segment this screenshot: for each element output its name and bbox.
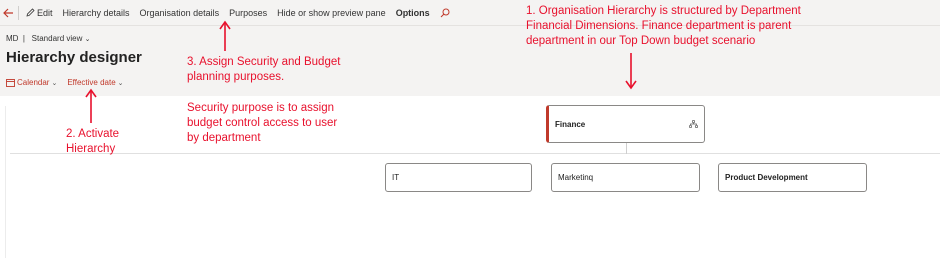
annotation-arrow-down <box>625 53 637 90</box>
toolbar-divider <box>18 5 19 20</box>
hierarchy-icon[interactable] <box>689 120 698 128</box>
options-button[interactable]: Options <box>391 0 435 26</box>
annotation-line: by department <box>187 132 261 144</box>
pencil-icon <box>26 8 35 17</box>
calendar-button[interactable]: Calendar ⌄ <box>6 78 57 87</box>
annotation-4: Security purpose is to assign budget con… <box>187 101 337 146</box>
annotation-line: Hierarchy <box>66 143 116 155</box>
hierarchy-details-label: Hierarchy details <box>62 7 130 18</box>
org-node-label: Finance <box>555 119 586 129</box>
org-node-it[interactable]: IT <box>385 163 532 192</box>
organisation-details-label: Organisation details <box>139 7 220 18</box>
chevron-down-icon: ⌄ <box>84 36 91 43</box>
hierarchy-canvas[interactable]: Finance IT Marketinq Product Development <box>0 96 940 258</box>
edit-label: Edit <box>37 7 53 18</box>
annotation-arrow-up <box>85 88 97 123</box>
calendar-label: Calendar <box>17 78 50 87</box>
annotation-1: 1. Organisation Hierarchy is structured … <box>526 4 801 49</box>
annotation-3: 3. Assign Security and Budget planning p… <box>187 55 340 85</box>
annotation-line: Financial Dimensions. Finance department… <box>526 20 792 32</box>
back-arrow-icon[interactable] <box>0 0 16 26</box>
canvas-border <box>5 106 6 258</box>
effective-date-button[interactable]: Effective date ⌄ <box>67 78 123 87</box>
connector-line <box>10 153 940 154</box>
company-label: MD <box>6 34 19 43</box>
annotation-line: budget control access to user <box>187 117 338 129</box>
org-node-marketing[interactable]: Marketinq <box>551 163 700 192</box>
org-node-product-development[interactable]: Product Development <box>718 163 867 192</box>
effective-date-label: Effective date <box>67 78 116 87</box>
annotation-line: planning purposes. <box>187 71 285 83</box>
annotation-arrow-up <box>219 20 231 51</box>
hide-show-preview-label: Hide or show preview pane <box>277 7 386 18</box>
breadcrumb-divider: | <box>20 34 30 43</box>
page-title: Hierarchy designer <box>6 49 142 66</box>
breadcrumb: MD | Standard view ⌄ <box>6 34 90 43</box>
chevron-down-icon: ⌄ <box>117 79 124 87</box>
annotation-line: Security purpose is to assign <box>187 102 335 114</box>
org-node-label: Marketinq <box>558 173 594 182</box>
search-icon <box>440 8 450 17</box>
connector-line <box>626 143 627 154</box>
org-node-label: IT <box>392 173 400 182</box>
hide-show-preview-button[interactable]: Hide or show preview pane <box>272 0 391 26</box>
calendar-icon <box>6 79 15 87</box>
view-label: Standard view <box>31 34 83 43</box>
annotation-line: department in our Top Down budget scenar… <box>526 35 756 47</box>
annotation-line: 1. Organisation Hierarchy is structured … <box>526 5 801 17</box>
annotation-2: 2. Activate Hierarchy <box>66 127 119 157</box>
organisation-details-button[interactable]: Organisation details <box>135 0 225 26</box>
org-node-label: Product Development <box>725 173 808 182</box>
edit-button[interactable]: Edit <box>21 0 58 26</box>
search-button[interactable] <box>435 0 457 26</box>
chevron-down-icon: ⌄ <box>51 79 58 87</box>
annotation-line: 3. Assign Security and Budget <box>187 56 341 68</box>
filter-bar: Calendar ⌄ Effective date ⌄ <box>6 78 134 87</box>
hierarchy-details-button[interactable]: Hierarchy details <box>58 0 135 26</box>
options-label: Options <box>395 7 430 18</box>
purposes-label: Purposes <box>229 7 268 18</box>
annotation-line: 2. Activate <box>66 128 120 140</box>
view-selector[interactable]: Standard view ⌄ <box>32 34 91 43</box>
org-node-finance[interactable]: Finance <box>546 105 705 143</box>
